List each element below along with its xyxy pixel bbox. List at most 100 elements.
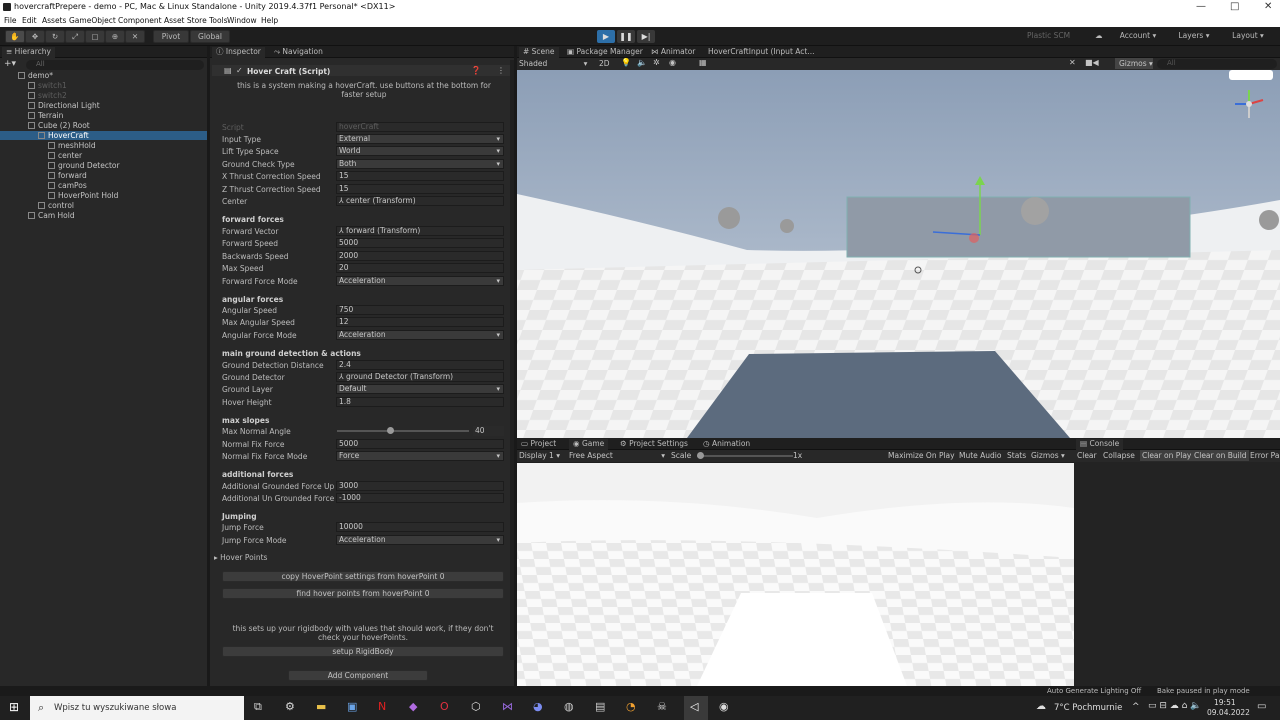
windows-start-icon[interactable]: ⊞ xyxy=(9,700,19,714)
stats-toggle[interactable]: Stats xyxy=(1007,451,1026,460)
plastic-scm-button[interactable]: Plastic SCM xyxy=(1027,31,1070,40)
field-input[interactable]: hoverCraft xyxy=(336,122,504,132)
scale-tool-icon[interactable]: ⤢ xyxy=(65,30,85,43)
hierarchy-item[interactable]: HoverCraft xyxy=(0,131,207,140)
menu-asset-store-tools[interactable]: Asset Store Tools xyxy=(164,16,228,25)
account-dropdown[interactable]: Account ▾ xyxy=(1112,30,1164,43)
close-icon[interactable]: ✕ xyxy=(1264,1,1272,12)
menu-assets[interactable]: Assets xyxy=(42,16,66,25)
tab-animator[interactable]: ⋈ Animator xyxy=(651,47,695,56)
tab-console[interactable]: ▤ Console xyxy=(1076,439,1124,450)
console-log-area[interactable] xyxy=(1074,462,1280,686)
rect-tool-icon[interactable]: ▢ xyxy=(85,30,105,43)
tab-game[interactable]: ◉ Game xyxy=(569,439,609,450)
transform-tool-icon[interactable]: ⊕ xyxy=(105,30,125,43)
gizmo-x-handle[interactable] xyxy=(969,233,979,243)
scale-slider[interactable] xyxy=(697,455,793,457)
hierarchy-item[interactable]: Cam Hold xyxy=(28,211,75,220)
shading-dropdown[interactable]: Shaded ▾ xyxy=(519,59,587,68)
field-input[interactable]: 15 xyxy=(336,184,504,194)
menu-gameobject[interactable]: GameObject xyxy=(69,16,116,25)
game-app-icon[interactable]: ☠ xyxy=(657,700,667,713)
tab-project-settings[interactable]: ⚙ Project Settings xyxy=(620,439,688,448)
clock-time[interactable]: 19:51 xyxy=(1214,698,1236,707)
field-input[interactable]: 2000 xyxy=(336,251,504,261)
menu-edit[interactable]: Edit xyxy=(22,16,37,25)
gizmos-dropdown[interactable]: Gizmos ▾ xyxy=(1115,58,1153,69)
menu-file[interactable]: File xyxy=(4,16,17,25)
hierarchy-item[interactable]: meshHold xyxy=(48,141,96,150)
menu-component[interactable]: Component xyxy=(118,16,162,25)
steam-icon[interactable]: ◍ xyxy=(564,700,574,713)
field-dropdown[interactable]: World xyxy=(336,146,504,156)
tab-hovercraft-input[interactable]: HoverCraftInput (Input Act... xyxy=(708,47,814,56)
field-input[interactable]: 10000 xyxy=(336,522,504,532)
tab-hierarchy[interactable]: ≡ Hierarchy xyxy=(2,47,55,58)
field-input[interactable]: 1.8 xyxy=(336,397,504,407)
custom-tool-icon[interactable]: ✕ xyxy=(125,30,145,43)
hierarchy-item[interactable]: switch2 xyxy=(28,91,67,100)
lighting-icon[interactable]: 💡 xyxy=(621,58,631,67)
hidden-objects-icon[interactable]: ◉ xyxy=(669,58,676,67)
pivot-toggle[interactable]: Pivot xyxy=(153,30,189,43)
field-input[interactable]: 2.4 xyxy=(336,360,504,370)
max-normal-angle-slider-thumb[interactable] xyxy=(386,427,394,434)
hover-points-foldout[interactable]: ▸ Hover Points xyxy=(214,553,267,562)
field-input[interactable]: ⅄ center (Transform) xyxy=(336,196,504,206)
console-error-pause-toggle[interactable]: Error Pa xyxy=(1250,451,1279,460)
taskbar-search[interactable]: ⌕ Wpisz tu wyszukiwane słowa xyxy=(30,696,244,720)
hand-tool-icon[interactable]: ✋ xyxy=(5,30,25,43)
grid-icon[interactable]: ▦ xyxy=(699,58,707,67)
play-button[interactable]: ▶ xyxy=(597,30,615,43)
tools-icon[interactable]: ✕ xyxy=(1069,58,1076,67)
step-button[interactable]: ▶| xyxy=(637,30,655,43)
opera-icon[interactable]: O xyxy=(440,700,449,713)
sphere-object[interactable] xyxy=(1259,210,1279,230)
hierarchy-item[interactable]: ground Detector xyxy=(48,161,120,170)
field-dropdown[interactable]: Both xyxy=(336,159,504,169)
console-clear-button[interactable]: Clear xyxy=(1077,451,1097,460)
field-input[interactable]: ⅄ forward (Transform) xyxy=(336,226,504,236)
field-input[interactable]: 3000 xyxy=(336,481,504,491)
hierarchy-item[interactable]: forward xyxy=(48,171,87,180)
find-hover-points-button[interactable]: find hover points from hoverPoint 0 xyxy=(222,588,504,599)
hierarchy-item[interactable]: control xyxy=(38,201,74,210)
field-input[interactable]: ⅄ ground Detector (Transform) xyxy=(336,372,504,382)
max-normal-angle-slider-track[interactable] xyxy=(337,430,469,432)
pause-button[interactable]: ❚❚ xyxy=(617,30,635,43)
hierarchy-item[interactable]: HoverPoint Hold xyxy=(48,191,118,200)
copy-hoverpoint-button[interactable]: copy HoverPoint settings from hoverPoint… xyxy=(222,571,504,582)
blender-icon[interactable]: ◔ xyxy=(626,700,636,713)
rotate-tool-icon[interactable]: ↻ xyxy=(45,30,65,43)
field-dropdown[interactable]: Default xyxy=(336,384,504,394)
game-viewport[interactable] xyxy=(517,463,1074,686)
2d-toggle[interactable]: 2D xyxy=(599,59,610,68)
setup-rigidbody-button[interactable]: setup RigidBody xyxy=(222,646,504,657)
tab-inspector[interactable]: ⓘ Inspector xyxy=(212,47,265,58)
menu-help[interactable]: Help xyxy=(261,16,278,25)
hierarchy-item[interactable]: Terrain xyxy=(28,111,63,120)
tab-package-manager[interactable]: ▣ Package Manager xyxy=(567,47,643,56)
display-dropdown[interactable]: Display 1 ▾ xyxy=(519,451,560,460)
obs-icon[interactable]: ◉ xyxy=(719,700,729,713)
hierarchy-item[interactable]: camPos xyxy=(48,181,87,190)
field-dropdown[interactable]: Force xyxy=(336,451,504,461)
store-icon[interactable]: ▣ xyxy=(347,700,357,713)
cloud-icon[interactable]: ☁ xyxy=(1095,31,1103,40)
aspect-dropdown[interactable]: Free Aspect ▾ xyxy=(569,451,665,460)
tab-navigation[interactable]: ⤳ Navigation xyxy=(274,47,323,57)
inspector-scrollbar[interactable] xyxy=(510,60,514,660)
add-object-icon[interactable]: +▾ xyxy=(4,59,16,69)
tab-scene[interactable]: # Scene xyxy=(519,47,559,58)
field-input[interactable]: 20 xyxy=(336,263,504,273)
field-dropdown[interactable]: Acceleration xyxy=(336,276,504,286)
field-input[interactable]: 5000 xyxy=(336,439,504,449)
terminal-icon[interactable]: ▤ xyxy=(595,700,605,713)
file-explorer-icon[interactable]: ▬ xyxy=(316,700,326,713)
layers-dropdown[interactable]: Layers ▾ xyxy=(1168,30,1220,43)
mute-audio-toggle[interactable]: Mute Audio xyxy=(959,451,1001,460)
console-collapse-button[interactable]: Collapse xyxy=(1103,451,1135,460)
unity-editor-taskbar-button[interactable]: ◁ xyxy=(684,696,708,720)
tab-project[interactable]: ▭ Project xyxy=(521,439,556,448)
tray-icons[interactable]: ▭ ⊟ ☁ ⌂ 🔈 xyxy=(1148,701,1201,711)
